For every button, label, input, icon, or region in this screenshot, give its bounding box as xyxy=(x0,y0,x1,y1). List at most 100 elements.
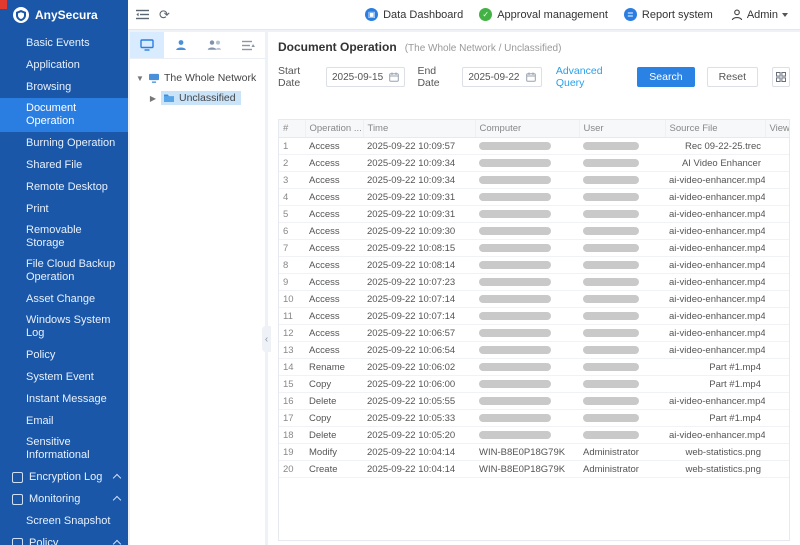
chevron-up-icon xyxy=(113,540,121,545)
brand: AnySecura xyxy=(0,0,128,30)
table-row[interactable]: 11Access2025-09-22 10:07:14ai-video-enha… xyxy=(279,308,789,325)
table-row[interactable]: 6Access2025-09-22 10:09:30ai-video-enhan… xyxy=(279,223,789,240)
column-header-operation[interactable]: Operation ... xyxy=(305,120,363,138)
table-row[interactable]: 9Access2025-09-22 10:07:23ai-video-enhan… xyxy=(279,274,789,291)
sidebar-item-monitoring[interactable]: Monitoring xyxy=(0,488,128,510)
topbar-link-approval-management[interactable]: ✓Approval management xyxy=(479,8,608,21)
sidebar-item-policy[interactable]: Policy xyxy=(0,344,128,366)
table-row[interactable]: 3Access2025-09-22 10:09:34ai-video-enhan… xyxy=(279,172,789,189)
sidebar-item-instant-message[interactable]: Instant Message xyxy=(0,388,128,410)
sidebar-item-screen-snapshot[interactable]: Screen Snapshot xyxy=(0,510,128,532)
cell-view-details[interactable] xyxy=(765,274,789,291)
cell-view-details[interactable] xyxy=(765,155,789,172)
sidebar-item-burning-operation[interactable]: Burning Operation xyxy=(0,132,128,154)
table-row[interactable]: 16Delete2025-09-22 10:05:55ai-video-enha… xyxy=(279,393,789,410)
topbar-link-data-dashboard[interactable]: ▣Data Dashboard xyxy=(365,8,463,21)
advanced-query-link[interactable]: Advanced Query xyxy=(556,65,625,89)
caret-expanded-icon[interactable]: ▼ xyxy=(136,74,144,83)
table-row[interactable]: 13Access2025-09-22 10:06:54ai-video-enha… xyxy=(279,342,789,359)
table-row[interactable]: 12Access2025-09-22 10:06:57ai-video-enha… xyxy=(279,325,789,342)
cell-view-details[interactable] xyxy=(765,206,789,223)
cell-view-details[interactable] xyxy=(765,410,789,427)
cell-user xyxy=(579,308,665,325)
sidebar-item-shared-file[interactable]: Shared File xyxy=(0,154,128,176)
cell-view-details[interactable] xyxy=(765,376,789,393)
column-header-user[interactable]: User xyxy=(579,120,665,138)
topbar-link-report-system[interactable]: ≣Report system xyxy=(624,8,713,21)
table-row[interactable]: 20Create2025-09-22 10:04:14WIN-B8E0P18G7… xyxy=(279,461,789,478)
tree-node-whole-network[interactable]: ▼ The Whole Network xyxy=(136,68,259,88)
cell-view-details[interactable] xyxy=(765,138,789,155)
cell-computer xyxy=(475,291,579,308)
column-header-source-file[interactable]: Source File xyxy=(665,120,765,138)
sidebar-item-label: Asset Change xyxy=(26,289,120,310)
tab-user[interactable] xyxy=(164,32,198,58)
cell-view-details[interactable] xyxy=(765,240,789,257)
tab-computers[interactable] xyxy=(130,32,164,58)
table-row[interactable]: 17Copy2025-09-22 10:05:33Part #1.mp4 xyxy=(279,410,789,427)
table-row[interactable]: 19Modify2025-09-22 10:04:14WIN-B8E0P18G7… xyxy=(279,444,789,461)
cell-view-details[interactable] xyxy=(765,189,789,206)
search-button[interactable]: Search xyxy=(637,67,694,87)
sidebar-item-policy[interactable]: Policy xyxy=(0,532,128,545)
cell-view-details[interactable] xyxy=(765,172,789,189)
sidebar-item-sensitive-informational[interactable]: Sensitive Informational xyxy=(0,432,128,466)
cell-computer xyxy=(475,274,579,291)
sidebar-item-browsing[interactable]: Browsing xyxy=(0,76,128,98)
sidebar-item-removable-storage[interactable]: Removable Storage xyxy=(0,220,128,254)
table-row[interactable]: 1Access2025-09-22 10:09:57Rec 09-22-25.t… xyxy=(279,138,789,155)
cell-view-details[interactable] xyxy=(765,359,789,376)
cell-view-details[interactable] xyxy=(765,223,789,240)
table-row[interactable]: 5Access2025-09-22 10:09:31ai-video-enhan… xyxy=(279,206,789,223)
table-row[interactable]: 7Access2025-09-22 10:08:15ai-video-enhan… xyxy=(279,240,789,257)
table-row[interactable]: 18Delete2025-09-22 10:05:20ai-video-enha… xyxy=(279,427,789,444)
cell-user xyxy=(579,240,665,257)
caret-collapsed-icon[interactable]: ▶ xyxy=(149,94,157,103)
end-date-input[interactable]: 2025-09-22 xyxy=(462,67,541,87)
cell-view-details[interactable] xyxy=(765,325,789,342)
start-date-input[interactable]: 2025-09-15 xyxy=(326,67,405,87)
cell-view-details[interactable] xyxy=(765,308,789,325)
column-header-view-details[interactable]: View details xyxy=(765,120,789,138)
column-settings-button[interactable] xyxy=(772,67,790,87)
column-header-[interactable]: # xyxy=(279,120,305,138)
tab-group[interactable] xyxy=(198,32,232,58)
cell-view-details[interactable] xyxy=(765,444,789,461)
cell-view-details[interactable] xyxy=(765,461,789,478)
sidebar-item-asset-change[interactable]: Asset Change xyxy=(0,288,128,310)
reset-button[interactable]: Reset xyxy=(707,67,758,87)
cell-user xyxy=(579,206,665,223)
table-row[interactable]: 2Access2025-09-22 10:09:34AI Video Enhan… xyxy=(279,155,789,172)
collapse-menu-icon[interactable] xyxy=(136,9,149,20)
table-row[interactable]: 15Copy2025-09-22 10:06:00Part #1.mp4 xyxy=(279,376,789,393)
sidebar-item-file-cloud-backup-operation[interactable]: File Cloud Backup Operation xyxy=(0,254,128,288)
cell-source-file: ai-video-enhancer.mp4 xyxy=(665,189,765,206)
admin-menu[interactable]: Admin xyxy=(731,9,788,21)
sidebar-item-basic-events[interactable]: Basic Events xyxy=(0,32,128,54)
cell-view-details[interactable] xyxy=(765,257,789,274)
column-header-time[interactable]: Time xyxy=(363,120,475,138)
sidebar-item-document-operation[interactable]: Document Operation xyxy=(0,98,128,132)
cell-view-details[interactable] xyxy=(765,393,789,410)
cell-index: 15 xyxy=(279,376,305,393)
sidebar-item-print[interactable]: Print xyxy=(0,198,128,220)
sidebar-item-windows-system-log[interactable]: Windows System Log xyxy=(0,310,128,344)
sidebar-item-system-event[interactable]: System Event xyxy=(0,366,128,388)
table-row[interactable]: 14Rename2025-09-22 10:06:02Part #1.mp4 xyxy=(279,359,789,376)
cell-view-details[interactable] xyxy=(765,427,789,444)
tree-node-unclassified[interactable]: ▶ Unclassified xyxy=(149,88,259,108)
table-row[interactable]: 4Access2025-09-22 10:09:31ai-video-enhan… xyxy=(279,189,789,206)
table-row[interactable]: 10Access2025-09-22 10:07:14ai-video-enha… xyxy=(279,291,789,308)
collapse-tree-handle[interactable]: ‹ xyxy=(262,326,271,352)
table-row[interactable]: 8Access2025-09-22 10:08:14ai-video-enhan… xyxy=(279,257,789,274)
cell-view-details[interactable] xyxy=(765,342,789,359)
sidebar-item-email[interactable]: Email xyxy=(0,410,128,432)
sidebar-item-encryption-log[interactable]: Encryption Log xyxy=(0,466,128,488)
refresh-icon[interactable]: ⟳ xyxy=(159,7,170,23)
sidebar-item-remote-desktop[interactable]: Remote Desktop xyxy=(0,176,128,198)
cell-index: 19 xyxy=(279,444,305,461)
cell-view-details[interactable] xyxy=(765,291,789,308)
column-header-computer[interactable]: Computer xyxy=(475,120,579,138)
sidebar-item-application[interactable]: Application xyxy=(0,54,128,76)
tab-list[interactable] xyxy=(231,32,265,58)
